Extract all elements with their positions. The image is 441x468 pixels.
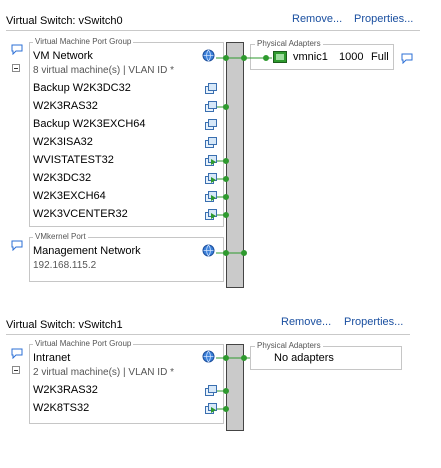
port-group-summary: 8 virtual machine(s) | VLAN ID * xyxy=(33,65,174,76)
network-globe-icon xyxy=(202,49,215,62)
vm-w2k8ts32[interactable]: W2K8TS32 xyxy=(33,402,89,414)
vmkernel-ip-address: 192.168.115.2 xyxy=(33,260,97,271)
vm-w2k3exch64[interactable]: W2K3EXCH64 xyxy=(33,190,106,202)
vswitch1-bar xyxy=(226,344,244,431)
comment-icon[interactable] xyxy=(401,53,413,64)
vswitch0-title: Virtual Switch: vSwitch0 xyxy=(6,15,123,27)
vm-wvistatest32[interactable]: WVISTATEST32 xyxy=(33,154,114,166)
vm-port-group-legend: Virtual Machine Port Group xyxy=(33,37,134,47)
vmkernel-port-legend: VMkernel Port xyxy=(33,232,88,242)
vm-powered-on-icon xyxy=(205,173,217,184)
vm-powered-on-icon xyxy=(205,403,217,414)
vm-w2k3vcenter32[interactable]: W2K3VCENTER32 xyxy=(33,208,128,220)
network-globe-icon xyxy=(202,244,215,257)
comment-icon[interactable] xyxy=(11,348,23,359)
nic-icon xyxy=(273,51,287,63)
physical-adapters-legend: Physical Adapters xyxy=(255,39,323,49)
collapse-vm-network-toggle[interactable] xyxy=(12,64,20,72)
vswitch0-properties-link[interactable]: Properties... xyxy=(354,13,413,25)
vm-powered-off-icon xyxy=(205,83,217,94)
vm-w2k3isa32[interactable]: W2K3ISA32 xyxy=(33,136,93,148)
vm-powered-off-icon xyxy=(205,101,217,112)
vm-powered-on-icon xyxy=(205,191,217,202)
vm-w2k3ras32[interactable]: W2K3RAS32 xyxy=(33,384,98,396)
collapse-intranet-toggle[interactable] xyxy=(12,366,20,374)
vm-backup-w2k3exch64[interactable]: Backup W2K3EXCH64 xyxy=(33,118,146,130)
nic-speed: 1000 xyxy=(339,51,364,63)
nic-duplex: Full xyxy=(371,51,389,63)
vm-powered-off-icon xyxy=(205,385,217,396)
vswitch0-bar xyxy=(226,42,244,288)
comment-icon[interactable] xyxy=(11,240,23,251)
no-adapters-text: No adapters xyxy=(274,352,334,364)
vm-powered-off-icon xyxy=(205,137,217,148)
vswitch1-title: Virtual Switch: vSwitch1 xyxy=(6,319,123,331)
nic-name: vmnic1 xyxy=(293,51,328,63)
vmkernel-port-name: Management Network xyxy=(33,245,141,257)
port-group-name: VM Network xyxy=(33,50,93,62)
vswitch1-separator xyxy=(6,334,410,335)
network-globe-icon xyxy=(202,350,215,363)
vswitch1-remove-link[interactable]: Remove... xyxy=(281,316,331,328)
port-group-name: Intranet xyxy=(33,352,71,364)
vm-powered-off-icon xyxy=(205,119,217,130)
vm-w2k3ras32[interactable]: W2K3RAS32 xyxy=(33,100,98,112)
vswitch0-separator xyxy=(6,30,420,31)
comment-icon[interactable] xyxy=(11,44,23,55)
physical-adapters-legend: Physical Adapters xyxy=(255,341,323,351)
vswitch0-remove-link[interactable]: Remove... xyxy=(292,13,342,25)
vm-port-group-legend: Virtual Machine Port Group xyxy=(33,339,134,349)
vswitch1-properties-link[interactable]: Properties... xyxy=(344,316,403,328)
vm-w2k3dc32[interactable]: W2K3DC32 xyxy=(33,172,91,184)
vm-backup-w2k3dc32[interactable]: Backup W2K3DC32 xyxy=(33,82,131,94)
vm-powered-on-icon xyxy=(205,155,217,166)
vm-powered-on-icon xyxy=(205,209,217,220)
port-group-summary: 2 virtual machine(s) | VLAN ID * xyxy=(33,367,174,378)
